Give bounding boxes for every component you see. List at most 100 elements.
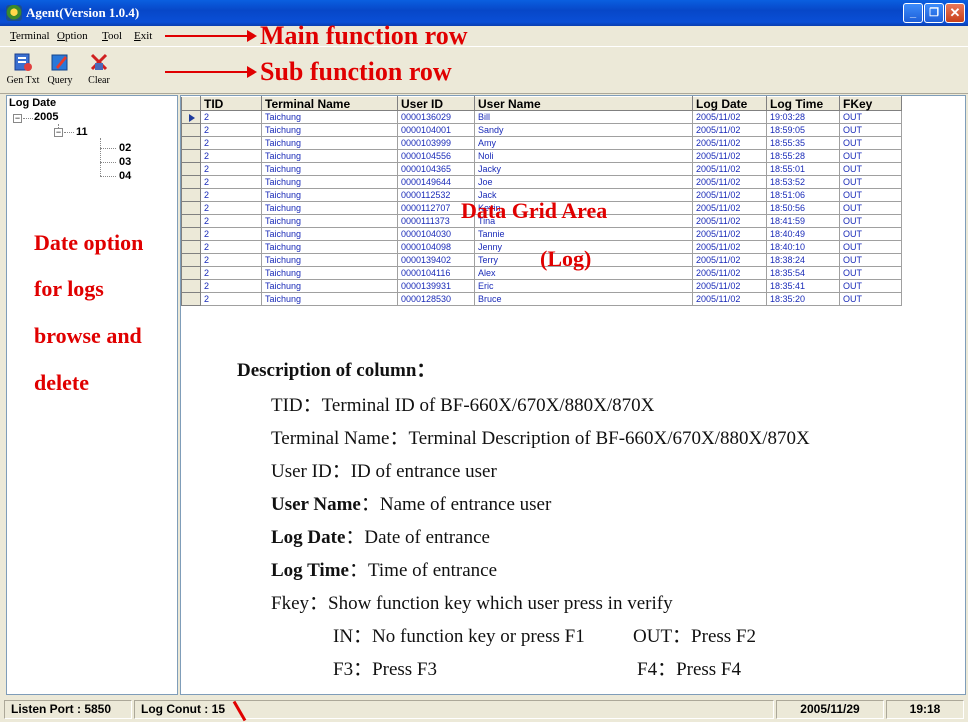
cell-tid[interactable]: 2 bbox=[200, 162, 262, 176]
cell-log-date[interactable]: 2005/11/02 bbox=[692, 162, 767, 176]
cell-user-name[interactable]: Bill bbox=[474, 110, 693, 124]
column-header-terminal-name[interactable]: Terminal Name bbox=[261, 96, 398, 111]
row-header[interactable] bbox=[181, 201, 201, 215]
cell-user-id[interactable]: 0000104001 bbox=[397, 123, 475, 137]
column-header-log-date[interactable]: Log Date bbox=[692, 96, 767, 111]
minimize-button[interactable]: _ bbox=[903, 3, 923, 23]
cell-user-id[interactable]: 0000149644 bbox=[397, 175, 475, 189]
cell-terminal-name[interactable]: Taichung bbox=[261, 188, 398, 202]
cell-terminal-name[interactable]: Taichung bbox=[261, 201, 398, 215]
menu-tool[interactable]: Tool bbox=[102, 30, 122, 42]
column-header-user-name[interactable]: User Name bbox=[474, 96, 693, 111]
cell-log-date[interactable]: 2005/11/02 bbox=[692, 201, 767, 215]
tree-day[interactable]: 02 bbox=[119, 142, 131, 154]
cell-user-name[interactable]: Eric bbox=[474, 279, 693, 293]
table-row[interactable]: 2 Taichung 0000149644 Joe 2005/11/02 18:53:52… bbox=[181, 175, 902, 189]
cell-fkey[interactable]: OUT bbox=[839, 123, 902, 137]
cell-fkey[interactable]: OUT bbox=[839, 266, 902, 280]
table-row[interactable]: 2 Taichung 0000104365 Jacky 2005/11/02 18:55:… bbox=[181, 162, 902, 176]
column-header-fkey[interactable]: FKey bbox=[839, 96, 902, 111]
date-tree-panel[interactable]: Log Date − 2005 − 11 02 03 04 Date optio… bbox=[6, 95, 178, 695]
cell-user-id[interactable]: 0000104116 bbox=[397, 266, 475, 280]
cell-user-name[interactable]: Sandy bbox=[474, 123, 693, 137]
row-header[interactable] bbox=[181, 253, 201, 267]
cell-fkey[interactable]: OUT bbox=[839, 110, 902, 124]
cell-fkey[interactable]: OUT bbox=[839, 162, 902, 176]
cell-log-time[interactable]: 19:03:28 bbox=[766, 110, 840, 124]
collapse-year-icon[interactable]: − bbox=[13, 114, 22, 123]
cell-tid[interactable]: 2 bbox=[200, 136, 262, 150]
cell-fkey[interactable]: OUT bbox=[839, 149, 902, 163]
cell-log-date[interactable]: 2005/11/02 bbox=[692, 240, 767, 254]
cell-tid[interactable]: 2 bbox=[200, 292, 262, 306]
table-row[interactable]: 2 Taichung 0000104556 Noli 2005/11/02 18:55:2… bbox=[181, 149, 902, 163]
cell-log-date[interactable]: 2005/11/02 bbox=[692, 279, 767, 293]
tree-month[interactable]: 11 bbox=[76, 126, 88, 138]
row-header[interactable] bbox=[181, 227, 201, 241]
cell-log-date[interactable]: 2005/11/02 bbox=[692, 227, 767, 241]
cell-user-id[interactable]: 0000104556 bbox=[397, 149, 475, 163]
row-header[interactable] bbox=[181, 175, 201, 189]
cell-tid[interactable]: 2 bbox=[200, 279, 262, 293]
cell-log-time[interactable]: 18:35:54 bbox=[766, 266, 840, 280]
cell-log-time[interactable]: 18:40:10 bbox=[766, 240, 840, 254]
maximize-button[interactable]: ❐ bbox=[924, 3, 944, 23]
cell-terminal-name[interactable]: Taichung bbox=[261, 266, 398, 280]
row-header[interactable] bbox=[181, 214, 201, 228]
cell-fkey[interactable]: OUT bbox=[839, 188, 902, 202]
cell-user-id[interactable]: 0000136029 bbox=[397, 110, 475, 124]
tree-root[interactable]: Log Date bbox=[9, 97, 56, 109]
cell-fkey[interactable]: OUT bbox=[839, 279, 902, 293]
row-header[interactable] bbox=[181, 188, 201, 202]
cell-tid[interactable]: 2 bbox=[200, 110, 262, 124]
menu-terminal[interactable]: Terminal bbox=[10, 30, 50, 42]
cell-log-time[interactable]: 18:35:41 bbox=[766, 279, 840, 293]
cell-tid[interactable]: 2 bbox=[200, 175, 262, 189]
cell-user-id[interactable]: 0000104030 bbox=[397, 227, 475, 241]
cell-log-date[interactable]: 2005/11/02 bbox=[692, 123, 767, 137]
table-row[interactable]: 2 Taichung 0000104030 Tannie 2005/11/02 18:40… bbox=[181, 227, 902, 241]
cell-user-name[interactable]: Joe bbox=[474, 175, 693, 189]
cell-log-time[interactable]: 18:51:06 bbox=[766, 188, 840, 202]
cell-fkey[interactable]: OUT bbox=[839, 253, 902, 267]
cell-terminal-name[interactable]: Taichung bbox=[261, 123, 398, 137]
cell-terminal-name[interactable]: Taichung bbox=[261, 227, 398, 241]
cell-log-time[interactable]: 18:59:05 bbox=[766, 123, 840, 137]
cell-terminal-name[interactable]: Taichung bbox=[261, 292, 398, 306]
cell-user-name[interactable]: Noli bbox=[474, 149, 693, 163]
cell-log-date[interactable]: 2005/11/02 bbox=[692, 266, 767, 280]
row-header[interactable] bbox=[181, 292, 201, 306]
cell-terminal-name[interactable]: Taichung bbox=[261, 279, 398, 293]
table-row[interactable]: 2 Taichung 0000136029 Bill 2005/11/02 19:03:2… bbox=[181, 110, 902, 124]
cell-log-date[interactable]: 2005/11/02 bbox=[692, 188, 767, 202]
row-header[interactable] bbox=[181, 123, 201, 137]
cell-tid[interactable]: 2 bbox=[200, 227, 262, 241]
cell-log-time[interactable]: 18:40:49 bbox=[766, 227, 840, 241]
cell-user-name[interactable]: Tannie bbox=[474, 227, 693, 241]
cell-tid[interactable]: 2 bbox=[200, 253, 262, 267]
column-header-log-time[interactable]: Log Time bbox=[766, 96, 840, 111]
cell-log-date[interactable]: 2005/11/02 bbox=[692, 214, 767, 228]
data-grid-panel[interactable]: TID Terminal Name User ID User Name Log … bbox=[180, 95, 966, 695]
cell-log-date[interactable]: 2005/11/02 bbox=[692, 292, 767, 306]
cell-log-date[interactable]: 2005/11/02 bbox=[692, 136, 767, 150]
cell-tid[interactable]: 2 bbox=[200, 266, 262, 280]
row-header[interactable] bbox=[181, 266, 201, 280]
table-row[interactable]: 2 Taichung 0000103999 Amy 2005/11/02 18:55:35… bbox=[181, 136, 902, 150]
cell-fkey[interactable]: OUT bbox=[839, 214, 902, 228]
cell-log-time[interactable]: 18:55:28 bbox=[766, 149, 840, 163]
query-button[interactable]: Query bbox=[41, 51, 79, 91]
cell-user-id[interactable]: 0000104365 bbox=[397, 162, 475, 176]
row-header[interactable] bbox=[181, 110, 201, 124]
cell-terminal-name[interactable]: Taichung bbox=[261, 162, 398, 176]
cell-log-time[interactable]: 18:38:24 bbox=[766, 253, 840, 267]
collapse-month-icon[interactable]: − bbox=[54, 128, 63, 137]
cell-terminal-name[interactable]: Taichung bbox=[261, 175, 398, 189]
menu-exit[interactable]: Exit bbox=[134, 30, 152, 42]
cell-user-id[interactable]: 0000139402 bbox=[397, 253, 475, 267]
cell-terminal-name[interactable]: Taichung bbox=[261, 214, 398, 228]
cell-log-date[interactable]: 2005/11/02 bbox=[692, 149, 767, 163]
cell-user-name[interactable]: Amy bbox=[474, 136, 693, 150]
cell-fkey[interactable]: OUT bbox=[839, 240, 902, 254]
cell-terminal-name[interactable]: Taichung bbox=[261, 110, 398, 124]
